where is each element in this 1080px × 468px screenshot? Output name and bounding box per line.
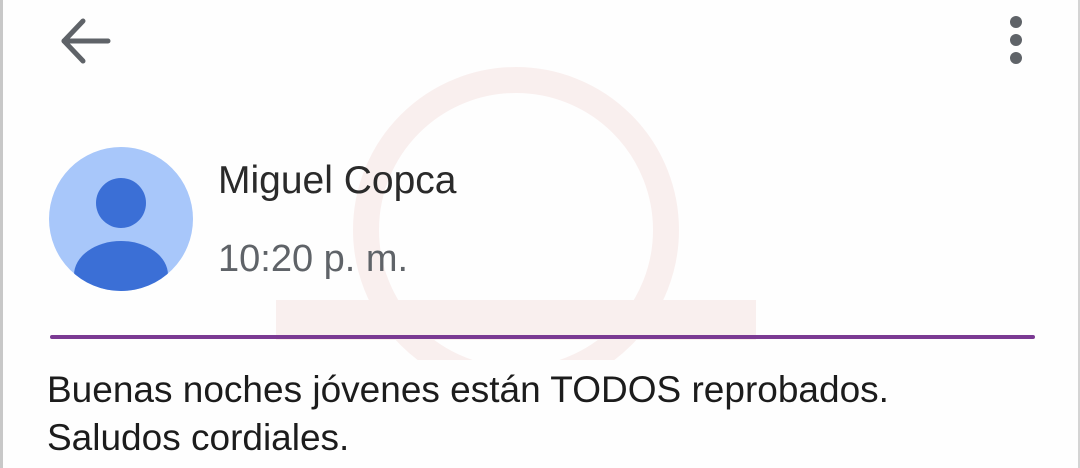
arrow-left-icon: [61, 18, 111, 64]
message-body: Buenas noches jóvenes están TODOS reprob…: [47, 366, 1047, 462]
watermark-logo: [276, 67, 756, 360]
avatar[interactable]: [49, 147, 193, 291]
person-icon: [74, 178, 168, 291]
page-edge-left: [0, 0, 3, 468]
more-options-button[interactable]: [994, 10, 1038, 70]
more-vertical-icon: [1010, 16, 1022, 64]
message-line: Buenas noches jóvenes están TODOS reprob…: [47, 369, 889, 410]
sender-name: Miguel Copca: [218, 159, 457, 202]
message-line: Saludos cordiales.: [47, 417, 350, 458]
message-time: 10:20 p. m.: [218, 238, 409, 280]
divider: [50, 335, 1035, 339]
back-button[interactable]: [56, 14, 116, 70]
